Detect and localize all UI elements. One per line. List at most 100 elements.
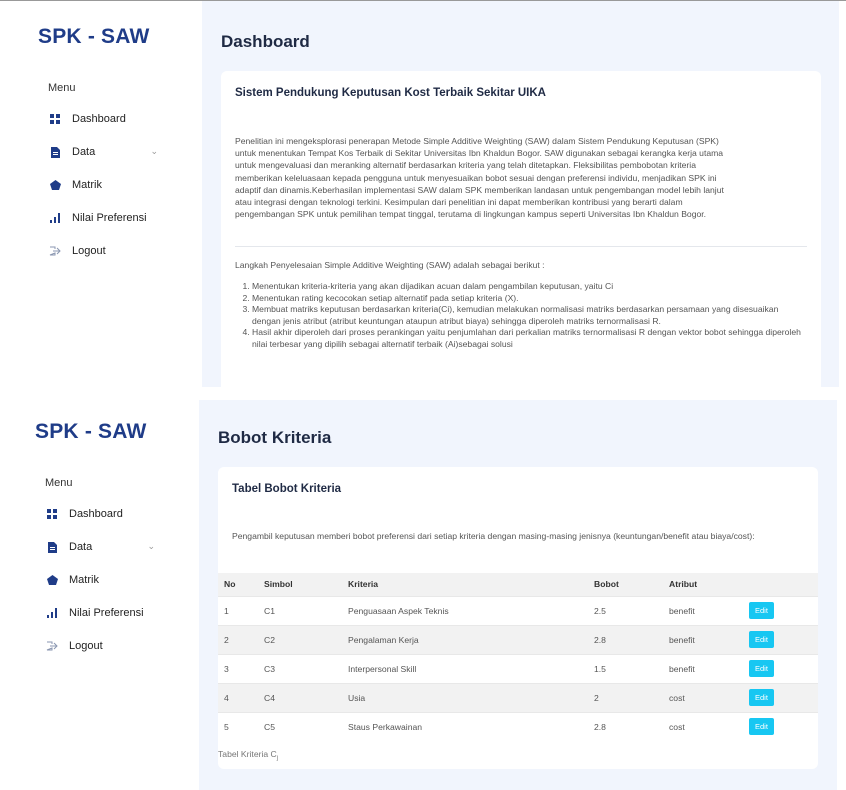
main-content: Dashboard Sistem Pendukung Keputusan Kos… — [202, 1, 839, 401]
brand-title[interactable]: SPK - SAW — [38, 25, 149, 49]
sidebar-item-label: Nilai Preferensi — [72, 212, 147, 224]
column-header-action — [743, 573, 818, 596]
table-caption: Tabel Kriteria Cj — [218, 749, 279, 762]
cell-simbol: C4 — [258, 682, 342, 712]
cell-no: 4 — [218, 682, 258, 712]
sidebar-item-nilai-preferensi[interactable]: Nilai Preferensi — [45, 607, 185, 619]
table-description: Pengambil keputusan memberi bobot prefer… — [232, 531, 755, 541]
edit-button[interactable]: Edit — [749, 689, 774, 706]
list-item: Hasil akhir diperoleh dari proses perank… — [252, 327, 803, 350]
cell-kriteria: Pengalaman Kerja — [342, 624, 588, 654]
brand-title[interactable]: SPK - SAW — [35, 420, 146, 444]
sidebar-item-data[interactable]: Data ⌄ — [48, 146, 188, 158]
bobot-kriteria-panel: SPK - SAW Menu Dashboard Data ⌄ Matrik N… — [0, 400, 846, 790]
list-item: Menentukan rating kecocokan setiap alter… — [252, 293, 803, 305]
list-item: Menentukan kriteria-kriteria yang akan d… — [252, 281, 803, 293]
main-content: Bobot Kriteria Tabel Bobot Kriteria Peng… — [199, 400, 837, 790]
cell-bobot: 1.5 — [588, 653, 663, 683]
cell-bobot: 2.8 — [588, 624, 663, 654]
table-row: 2 C2 Pengalaman Kerja 2.8 benefit Edit — [218, 624, 818, 654]
grid-icon — [45, 508, 59, 520]
info-card: Sistem Pendukung Keputusan Kost Terbaik … — [221, 71, 821, 401]
cell-no: 5 — [218, 711, 258, 741]
card-title: Tabel Bobot Kriteria — [232, 483, 342, 495]
bobot-table: No Simbol Kriteria Bobot Atribut 1 C1 Pe… — [218, 573, 818, 741]
edit-button[interactable]: Edit — [749, 602, 774, 619]
edit-button[interactable]: Edit — [749, 718, 774, 736]
bar-chart-icon — [48, 212, 62, 224]
sidebar-item-matrik[interactable]: Matrik — [48, 179, 188, 191]
sidebar-item-matrik[interactable]: Matrik — [45, 574, 185, 586]
column-header-simbol: Simbol — [258, 573, 342, 596]
sidebar-item-nilai-preferensi[interactable]: Nilai Preferensi — [48, 212, 188, 224]
menu-title: Menu — [45, 477, 73, 489]
table-row: 5 C5 Staus Perkawainan 2.8 cost Edit — [218, 711, 818, 741]
steps-intro: Langkah Penyelesaian Simple Additive Wei… — [235, 260, 545, 270]
menu-title: Menu — [48, 82, 76, 94]
table-row: 1 C1 Penguasaan Aspek Teknis 2.5 benefit… — [218, 595, 818, 625]
edit-button[interactable]: Edit — [749, 631, 774, 648]
grid-icon — [48, 113, 62, 125]
cell-simbol: C1 — [258, 595, 342, 625]
logout-icon — [48, 245, 62, 257]
cell-action: Edit — [743, 653, 818, 683]
cell-atribut: benefit — [663, 595, 743, 625]
cell-simbol: C2 — [258, 624, 342, 654]
cell-no: 1 — [218, 595, 258, 625]
cell-no: 2 — [218, 624, 258, 654]
sidebar-item-label: Matrik — [72, 179, 102, 191]
cell-simbol: C5 — [258, 711, 342, 741]
column-header-atribut: Atribut — [663, 573, 743, 596]
sidebar-item-label: Data — [72, 146, 96, 158]
chevron-down-icon[interactable]: ⌄ — [147, 541, 155, 552]
cell-action: Edit — [743, 711, 818, 741]
chevron-down-icon[interactable]: ⌄ — [150, 146, 158, 157]
sidebar-item-dashboard[interactable]: Dashboard — [48, 113, 188, 125]
cell-atribut: benefit — [663, 653, 743, 683]
cell-kriteria: Usia — [342, 682, 588, 712]
cell-bobot: 2.5 — [588, 595, 663, 625]
document-icon — [48, 146, 62, 158]
card-title: Sistem Pendukung Keputusan Kost Terbaik … — [235, 87, 546, 99]
diamond-icon — [45, 574, 59, 586]
cell-kriteria: Penguasaan Aspek Teknis — [342, 595, 588, 625]
sidebar-item-label: Logout — [69, 640, 103, 652]
sidebar-item-logout[interactable]: Logout — [48, 245, 188, 257]
cell-atribut: cost — [663, 682, 743, 712]
sidebar-item-label: Dashboard — [69, 508, 123, 520]
sidebar-item-label: Data — [69, 541, 93, 553]
cell-action: Edit — [743, 595, 818, 625]
column-header-kriteria: Kriteria — [342, 573, 588, 596]
sidebar-item-label: Dashboard — [72, 113, 126, 125]
steps-list: Menentukan kriteria-kriteria yang akan d… — [238, 281, 803, 351]
sidebar: SPK - SAW Menu Dashboard Data ⌄ Matrik N… — [0, 400, 199, 790]
sidebar: SPK - SAW Menu Dashboard Data ⌄ Matrik N… — [0, 1, 202, 387]
cell-simbol: C3 — [258, 653, 342, 683]
edit-button[interactable]: Edit — [749, 660, 774, 677]
sidebar-item-dashboard[interactable]: Dashboard — [45, 508, 185, 520]
cell-kriteria: Staus Perkawainan — [342, 711, 588, 741]
list-item: Membuat matriks keputusan berdasarkan kr… — [252, 304, 803, 327]
cell-kriteria: Interpersonal Skill — [342, 653, 588, 683]
table-header-row: No Simbol Kriteria Bobot Atribut — [218, 573, 818, 596]
sidebar-item-label: Matrik — [69, 574, 99, 586]
bobot-card: Tabel Bobot Kriteria Pengambil keputusan… — [218, 467, 818, 769]
page-title: Dashboard — [221, 32, 310, 51]
cell-atribut: cost — [663, 711, 743, 741]
cell-no: 3 — [218, 653, 258, 683]
cell-atribut: benefit — [663, 624, 743, 654]
table-row: 3 C3 Interpersonal Skill 1.5 benefit Edi… — [218, 653, 818, 683]
table-row: 4 C4 Usia 2 cost Edit — [218, 682, 818, 712]
document-icon — [45, 541, 59, 553]
column-header-no: No — [218, 573, 258, 596]
cell-bobot: 2.8 — [588, 711, 663, 741]
sidebar-item-data[interactable]: Data ⌄ — [45, 541, 185, 553]
diamond-icon — [48, 179, 62, 191]
cell-action: Edit — [743, 624, 818, 654]
dashboard-panel: SPK - SAW Menu Dashboard Data ⌄ Matrik N… — [0, 0, 846, 401]
sidebar-item-logout[interactable]: Logout — [45, 640, 185, 652]
cell-bobot: 2 — [588, 682, 663, 712]
page-title: Bobot Kriteria — [218, 428, 332, 447]
logout-icon — [45, 640, 59, 652]
bar-chart-icon — [45, 607, 59, 619]
